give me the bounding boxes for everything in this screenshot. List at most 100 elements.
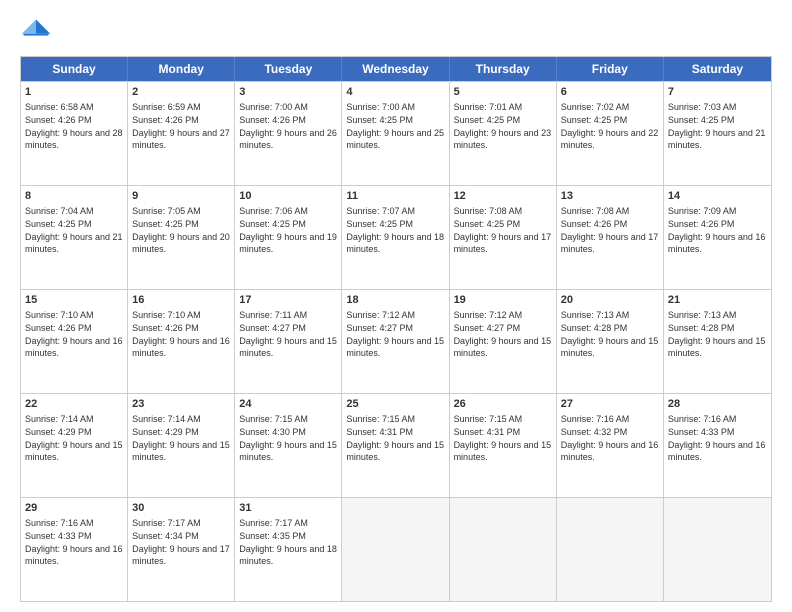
- sunset-text: Sunset: 4:28 PM: [668, 323, 735, 333]
- day-number: 13: [561, 189, 659, 204]
- calendar-row-5: 29Sunrise: 7:16 AMSunset: 4:33 PMDayligh…: [21, 497, 771, 601]
- daylight-text: Daylight: 9 hours and 22 minutes.: [561, 128, 659, 151]
- sunset-text: Sunset: 4:31 PM: [346, 427, 413, 437]
- sunrise-text: Sunrise: 7:00 AM: [346, 102, 415, 112]
- sunrise-text: Sunrise: 7:12 AM: [346, 310, 415, 320]
- daylight-text: Daylight: 9 hours and 16 minutes.: [25, 544, 123, 567]
- day-number: 3: [239, 85, 337, 100]
- sunset-text: Sunset: 4:25 PM: [346, 219, 413, 229]
- header-day-friday: Friday: [557, 57, 664, 81]
- day-number: 18: [346, 293, 444, 308]
- calendar-cell: 26Sunrise: 7:15 AMSunset: 4:31 PMDayligh…: [450, 394, 557, 497]
- calendar-cell: 21Sunrise: 7:13 AMSunset: 4:28 PMDayligh…: [664, 290, 771, 393]
- calendar-cell: [557, 498, 664, 601]
- calendar-cell: 14Sunrise: 7:09 AMSunset: 4:26 PMDayligh…: [664, 186, 771, 289]
- daylight-text: Daylight: 9 hours and 15 minutes.: [668, 336, 766, 359]
- daylight-text: Daylight: 9 hours and 23 minutes.: [454, 128, 552, 151]
- day-number: 23: [132, 397, 230, 412]
- calendar-cell: 22Sunrise: 7:14 AMSunset: 4:29 PMDayligh…: [21, 394, 128, 497]
- calendar-cell: 7Sunrise: 7:03 AMSunset: 4:25 PMDaylight…: [664, 82, 771, 185]
- sunset-text: Sunset: 4:25 PM: [668, 115, 735, 125]
- sunrise-text: Sunrise: 7:15 AM: [454, 414, 523, 424]
- daylight-text: Daylight: 9 hours and 18 minutes.: [239, 544, 337, 567]
- daylight-text: Daylight: 9 hours and 15 minutes.: [239, 440, 337, 463]
- sunset-text: Sunset: 4:25 PM: [346, 115, 413, 125]
- daylight-text: Daylight: 9 hours and 17 minutes.: [454, 232, 552, 255]
- calendar-cell: [342, 498, 449, 601]
- sunrise-text: Sunrise: 7:06 AM: [239, 206, 308, 216]
- daylight-text: Daylight: 9 hours and 15 minutes.: [346, 440, 444, 463]
- sunrise-text: Sunrise: 7:15 AM: [346, 414, 415, 424]
- calendar-cell: 31Sunrise: 7:17 AMSunset: 4:35 PMDayligh…: [235, 498, 342, 601]
- day-number: 9: [132, 189, 230, 204]
- sunrise-text: Sunrise: 7:17 AM: [132, 518, 201, 528]
- calendar-cell: 16Sunrise: 7:10 AMSunset: 4:26 PMDayligh…: [128, 290, 235, 393]
- header-day-thursday: Thursday: [450, 57, 557, 81]
- daylight-text: Daylight: 9 hours and 16 minutes.: [25, 336, 123, 359]
- calendar-cell: 17Sunrise: 7:11 AMSunset: 4:27 PMDayligh…: [235, 290, 342, 393]
- sunset-text: Sunset: 4:27 PM: [454, 323, 521, 333]
- day-number: 28: [668, 397, 767, 412]
- sunrise-text: Sunrise: 7:16 AM: [668, 414, 737, 424]
- sunrise-text: Sunrise: 7:12 AM: [454, 310, 523, 320]
- sunrise-text: Sunrise: 7:00 AM: [239, 102, 308, 112]
- sunset-text: Sunset: 4:33 PM: [668, 427, 735, 437]
- sunrise-text: Sunrise: 7:14 AM: [25, 414, 94, 424]
- calendar-body: 1 Sunrise: 6:58 AM Sunset: 4:26 PM Daylight…: [21, 81, 771, 601]
- daylight-text: Daylight: 9 hours and 15 minutes.: [561, 336, 659, 359]
- daylight-text: Daylight: 9 hours and 18 minutes.: [346, 232, 444, 255]
- daylight-text: Daylight: 9 hours and 15 minutes.: [454, 440, 552, 463]
- sunrise-text: Sunrise: 7:02 AM: [561, 102, 630, 112]
- sunset-text: Sunset: 4:30 PM: [239, 427, 306, 437]
- sunset-text: Sunset: 4:34 PM: [132, 531, 199, 541]
- daylight-text: Daylight: 9 hours and 17 minutes.: [132, 544, 230, 567]
- page: SundayMondayTuesdayWednesdayThursdayFrid…: [0, 0, 792, 612]
- day-number: 15: [25, 293, 123, 308]
- day-number: 2: [132, 85, 230, 100]
- sunset-text: Sunset: 4:25 PM: [25, 219, 92, 229]
- daylight-text: Daylight: 9 hours and 20 minutes.: [132, 232, 230, 255]
- calendar-cell: 1 Sunrise: 6:58 AM Sunset: 4:26 PM Daylight…: [21, 82, 128, 185]
- calendar-cell: 28Sunrise: 7:16 AMSunset: 4:33 PMDayligh…: [664, 394, 771, 497]
- sunrise-text: Sunrise: 7:08 AM: [561, 206, 630, 216]
- daylight-text: Daylight: 9 hours and 19 minutes.: [239, 232, 337, 255]
- sunrise-text: Sunrise: 7:07 AM: [346, 206, 415, 216]
- sunset-text: Sunset: 4:25 PM: [239, 219, 306, 229]
- day-number: 11: [346, 189, 444, 204]
- header: [20, 16, 772, 48]
- day-number: 1: [25, 85, 123, 100]
- daylight-text: Daylight: 9 hours and 28 minutes.: [25, 128, 123, 151]
- day-number: 6: [561, 85, 659, 100]
- calendar-row-3: 15Sunrise: 7:10 AMSunset: 4:26 PMDayligh…: [21, 289, 771, 393]
- sunrise-text: Sunrise: 7:14 AM: [132, 414, 201, 424]
- sunrise-text: Sunrise: 7:16 AM: [561, 414, 630, 424]
- calendar-cell: 9 Sunrise: 7:05 AM Sunset: 4:25 PM Daylight…: [128, 186, 235, 289]
- calendar-cell: 3Sunrise: 7:00 AMSunset: 4:26 PMDaylight…: [235, 82, 342, 185]
- day-number: 21: [668, 293, 767, 308]
- sunset-text: Sunset: 4:26 PM: [25, 115, 92, 125]
- calendar-row-2: 8Sunrise: 7:04 AMSunset: 4:25 PMDaylight…: [21, 185, 771, 289]
- sunset-text: Sunset: 4:25 PM: [132, 219, 199, 229]
- calendar-cell: 30Sunrise: 7:17 AMSunset: 4:34 PMDayligh…: [128, 498, 235, 601]
- sunrise-text: Sunrise: 7:11 AM: [239, 310, 307, 320]
- sunrise-text: Sunrise: 7:09 AM: [668, 206, 737, 216]
- daylight-text: Daylight: 9 hours and 16 minutes.: [668, 232, 766, 255]
- daylight-text: Daylight: 9 hours and 25 minutes.: [346, 128, 444, 151]
- sunset-text: Sunset: 4:35 PM: [239, 531, 306, 541]
- header-day-wednesday: Wednesday: [342, 57, 449, 81]
- daylight-text: Daylight: 9 hours and 21 minutes.: [668, 128, 766, 151]
- sunrise-text: Sunrise: 7:10 AM: [132, 310, 201, 320]
- calendar-cell: 23Sunrise: 7:14 AMSunset: 4:29 PMDayligh…: [128, 394, 235, 497]
- calendar-row-4: 22Sunrise: 7:14 AMSunset: 4:29 PMDayligh…: [21, 393, 771, 497]
- sunrise-text: Sunrise: 7:05 AM: [132, 206, 201, 216]
- calendar-cell: 29Sunrise: 7:16 AMSunset: 4:33 PMDayligh…: [21, 498, 128, 601]
- calendar-cell: 5Sunrise: 7:01 AMSunset: 4:25 PMDaylight…: [450, 82, 557, 185]
- daylight-text: Daylight: 9 hours and 15 minutes.: [239, 336, 337, 359]
- header-day-sunday: Sunday: [21, 57, 128, 81]
- calendar-cell: 8Sunrise: 7:04 AMSunset: 4:25 PMDaylight…: [21, 186, 128, 289]
- daylight-text: Daylight: 9 hours and 16 minutes.: [132, 336, 230, 359]
- calendar-cell: 24Sunrise: 7:15 AMSunset: 4:30 PMDayligh…: [235, 394, 342, 497]
- day-number: 26: [454, 397, 552, 412]
- day-number: 20: [561, 293, 659, 308]
- sunrise-text: Sunrise: 6:58 AM: [25, 102, 94, 112]
